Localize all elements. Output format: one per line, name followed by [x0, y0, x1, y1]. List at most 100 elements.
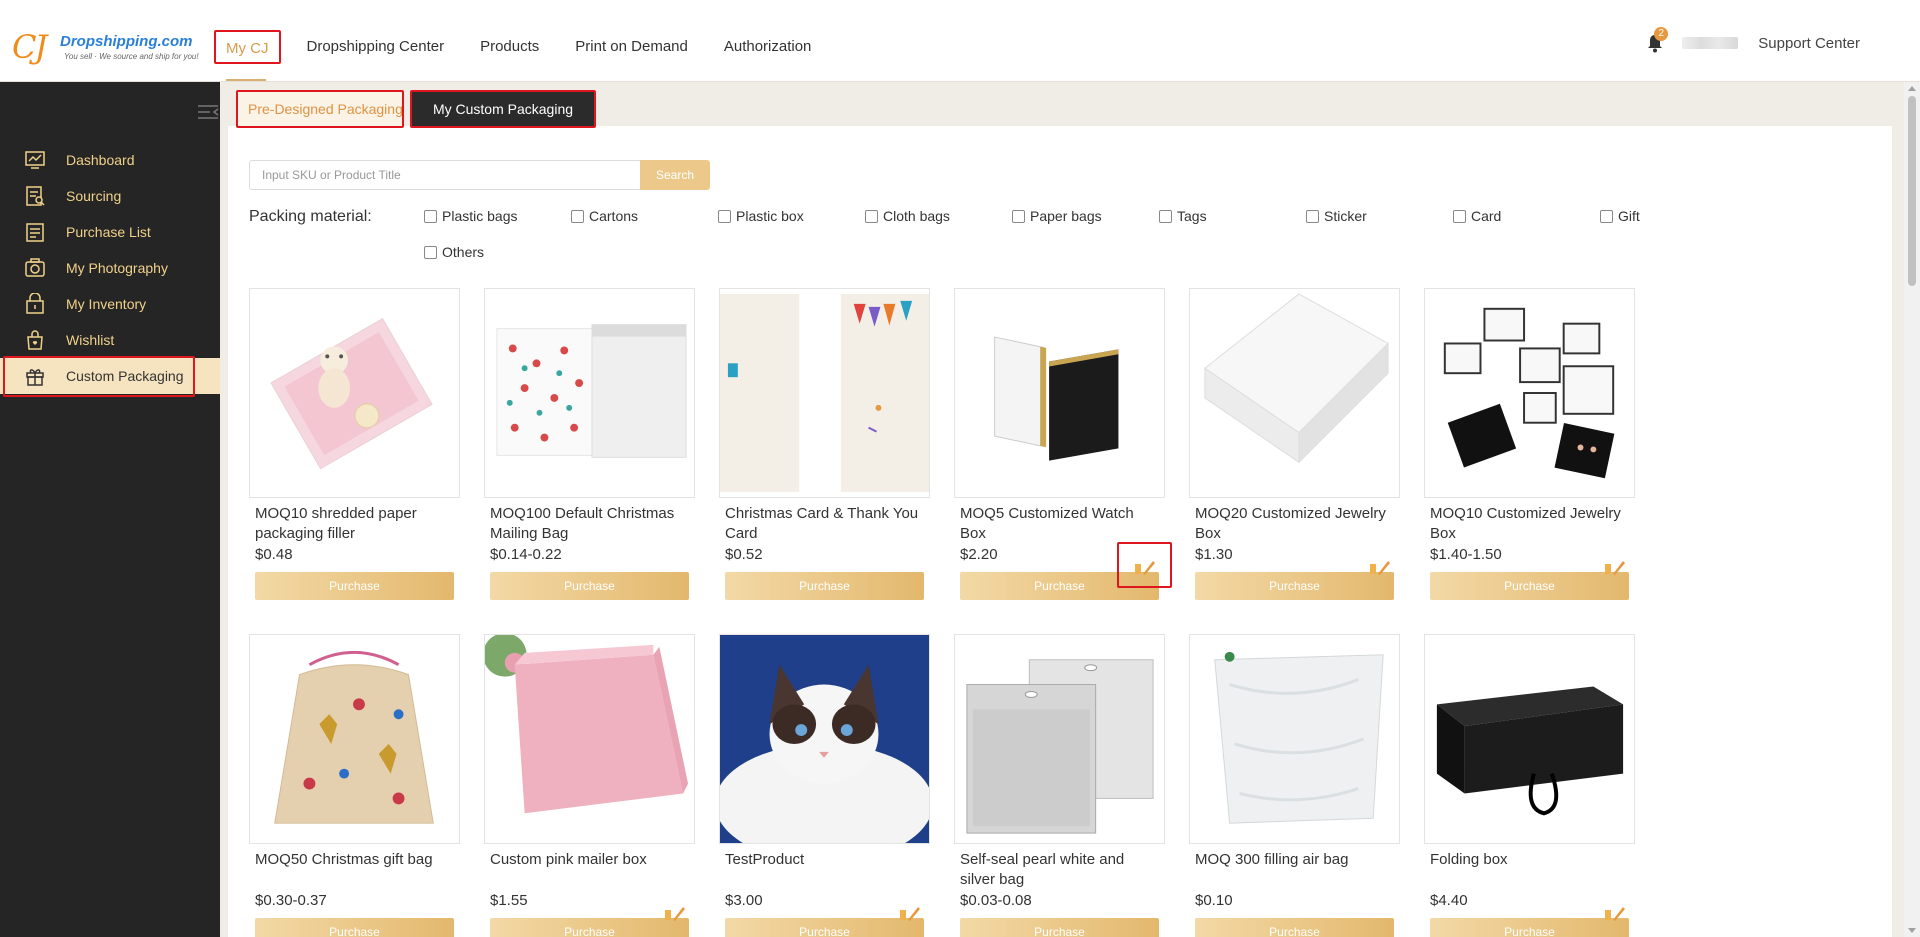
edit-design-icon[interactable] [1603, 558, 1625, 576]
sidebar-item-custom-packaging[interactable]: Custom Packaging [0, 358, 220, 394]
filter-gift[interactable]: Gift [1600, 208, 1640, 224]
nav-dropshipping-center[interactable]: Dropshipping Center [297, 30, 455, 64]
product-image[interactable] [1424, 634, 1635, 844]
product-title[interactable]: Folding box [1424, 850, 1635, 890]
filter-cartons[interactable]: Cartons [571, 208, 638, 224]
product-card[interactable]: Christmas Card & Thank You Card $0.52 Pu… [719, 288, 930, 600]
support-center-link[interactable]: Support Center [1758, 35, 1860, 52]
product-card[interactable]: TestProduct $3.00 Purchase [719, 634, 930, 937]
product-title[interactable]: MOQ10 shredded paper packaging filler [249, 504, 460, 544]
filter-card[interactable]: Card [1453, 208, 1501, 224]
purchase-button[interactable]: Purchase [1430, 918, 1629, 937]
filter-tags[interactable]: Tags [1159, 208, 1207, 224]
checkbox[interactable] [424, 209, 437, 223]
purchase-button[interactable]: Purchase [490, 918, 689, 937]
product-title[interactable]: MOQ100 Default Christmas Mailing Bag [484, 504, 695, 544]
product-image[interactable] [1424, 288, 1635, 498]
product-title[interactable]: MOQ 300 filling air bag [1189, 850, 1400, 890]
product-title[interactable]: MOQ5 Customized Watch Box [954, 504, 1165, 544]
product-card[interactable]: MOQ5 Customized Watch Box $2.20 Purchase [954, 288, 1165, 600]
user-name-redacted[interactable] [1682, 37, 1739, 49]
checkbox[interactable] [865, 209, 878, 223]
sidebar-item-purchase-list[interactable]: Purchase List [0, 214, 220, 250]
product-title[interactable]: TestProduct [719, 850, 930, 890]
product-image[interactable] [954, 634, 1165, 844]
checkbox[interactable] [1306, 209, 1319, 223]
purchase-button[interactable]: Purchase [490, 572, 689, 600]
filter-plastic-box[interactable]: Plastic box [718, 208, 804, 224]
product-card[interactable]: Folding box $4.40 Purchase [1424, 634, 1635, 937]
product-image[interactable] [719, 288, 930, 498]
product-card[interactable]: MOQ10 shredded paper packaging filler $0… [249, 288, 460, 600]
nav-authorization[interactable]: Authorization [714, 30, 822, 64]
wishlist-icon [24, 329, 46, 351]
purchase-button[interactable]: Purchase [1195, 572, 1394, 600]
filter-plastic-bags[interactable]: Plastic bags [424, 208, 517, 224]
purchase-button[interactable]: Purchase [1195, 918, 1394, 937]
product-image[interactable] [484, 634, 695, 844]
product-card[interactable]: MOQ 300 filling air bag $0.10 Purchase [1189, 634, 1400, 937]
purchase-button[interactable]: Purchase [1430, 572, 1629, 600]
sidebar-item-wishlist[interactable]: Wishlist [0, 322, 220, 358]
filter-others[interactable]: Others [424, 244, 484, 260]
nav-my-cj[interactable]: My CJ [214, 30, 281, 64]
product-image[interactable] [954, 288, 1165, 498]
checkbox[interactable] [571, 209, 584, 223]
checkbox[interactable] [718, 209, 731, 223]
sidebar-item-my-inventory[interactable]: My Inventory [0, 286, 220, 322]
checkbox[interactable] [424, 245, 437, 259]
logo[interactable]: CJ Dropshipping.com You sell · We source… [12, 30, 199, 66]
edit-design-icon[interactable] [1368, 558, 1390, 576]
sidebar-item-sourcing[interactable]: Sourcing [0, 178, 220, 214]
checkbox[interactable] [1159, 209, 1172, 223]
product-card[interactable]: Self-seal pearl white and silver bag $0.… [954, 634, 1165, 937]
product-card[interactable]: MOQ100 Default Christmas Mailing Bag $0.… [484, 288, 695, 600]
nav-products[interactable]: Products [470, 30, 549, 64]
product-card[interactable]: Custom pink mailer box $1.55 Purchase [484, 634, 695, 937]
product-image[interactable] [1189, 634, 1400, 844]
product-title[interactable]: MOQ50 Christmas gift bag [249, 850, 460, 890]
filter-sticker[interactable]: Sticker [1306, 208, 1367, 224]
product-card[interactable]: MOQ20 Customized Jewelry Box $1.30 Purch… [1189, 288, 1400, 600]
edit-design-icon[interactable] [1133, 558, 1155, 576]
nav-print-on-demand[interactable]: Print on Demand [565, 30, 698, 64]
scroll-up-arrow[interactable] [1908, 86, 1916, 91]
product-title[interactable]: MOQ20 Customized Jewelry Box [1189, 504, 1400, 544]
sidebar-item-dashboard[interactable]: Dashboard [0, 142, 220, 178]
sidebar-collapse-icon[interactable] [196, 102, 220, 122]
product-image[interactable] [484, 288, 695, 498]
purchase-button[interactable]: Purchase [725, 918, 924, 937]
product-image[interactable] [719, 634, 930, 844]
edit-design-icon[interactable] [1603, 904, 1625, 922]
product-image[interactable] [249, 634, 460, 844]
purchase-button[interactable]: Purchase [960, 572, 1159, 600]
notification-bell-icon[interactable]: 2 [1646, 27, 1669, 53]
search-button[interactable]: Search [640, 160, 710, 190]
scrollbar-thumb[interactable] [1908, 96, 1916, 286]
checkbox[interactable] [1012, 209, 1025, 223]
edit-design-icon[interactable] [663, 904, 685, 922]
product-image[interactable] [249, 288, 460, 498]
tab-my-custom-packaging[interactable]: My Custom Packaging [410, 90, 596, 128]
search-input[interactable]: Input SKU or Product Title [249, 160, 641, 190]
sidebar-item-my-photography[interactable]: My Photography [0, 250, 220, 286]
product-image[interactable] [1189, 288, 1400, 498]
product-card[interactable]: MOQ50 Christmas gift bag $0.30-0.37 Purc… [249, 634, 460, 937]
product-title[interactable]: Christmas Card & Thank You Card [719, 504, 930, 544]
purchase-button[interactable]: Purchase [725, 572, 924, 600]
product-title[interactable]: Self-seal pearl white and silver bag [954, 850, 1165, 890]
filter-cloth-bags[interactable]: Cloth bags [865, 208, 950, 224]
purchase-button[interactable]: Purchase [960, 918, 1159, 937]
page-scrollbar[interactable] [1904, 82, 1920, 937]
checkbox[interactable] [1600, 209, 1613, 223]
scroll-down-arrow[interactable] [1908, 928, 1916, 933]
filter-paper-bags[interactable]: Paper bags [1012, 208, 1102, 224]
checkbox[interactable] [1453, 209, 1466, 223]
purchase-button[interactable]: Purchase [255, 918, 454, 937]
tab-pre-designed-packaging[interactable]: Pre-Designed Packaging [236, 90, 404, 128]
edit-design-icon[interactable] [898, 904, 920, 922]
product-title[interactable]: Custom pink mailer box [484, 850, 695, 890]
product-title[interactable]: MOQ10 Customized Jewelry Box [1424, 504, 1635, 544]
purchase-button[interactable]: Purchase [255, 572, 454, 600]
product-card[interactable]: MOQ10 Customized Jewelry Box $1.40-1.50 … [1424, 288, 1635, 600]
